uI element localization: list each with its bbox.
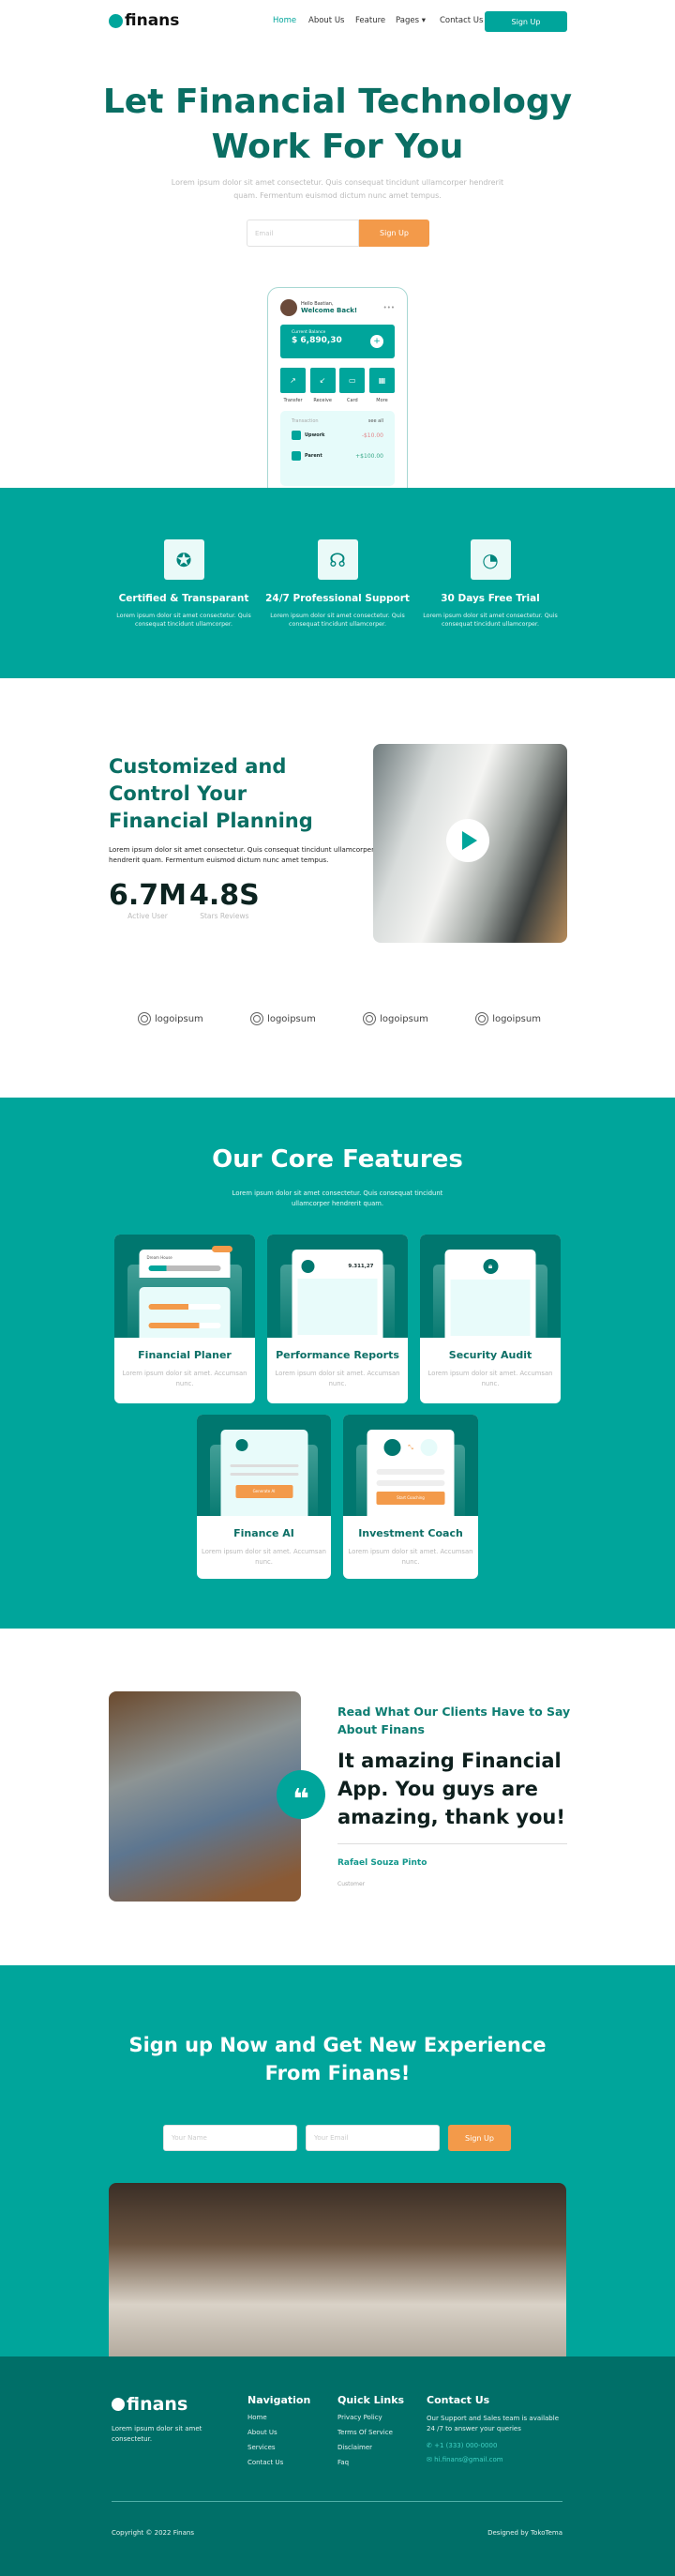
mail-icon: ✉	[427, 2456, 432, 2463]
divider	[338, 1843, 567, 1844]
feature-card-security[interactable]: 🔒︎ Security Audit Lorem ipsum dolor sit a…	[420, 1235, 561, 1403]
nav-home[interactable]: Home	[273, 16, 296, 25]
testimonial-name: Rafael Souza Pinto	[338, 1858, 428, 1868]
about-title: Customized and Control Your Financial Pl…	[109, 755, 313, 832]
play-icon	[462, 831, 477, 850]
receive-action[interactable]: ↙ Receive	[309, 368, 336, 403]
about-photo	[373, 744, 567, 943]
benefit-trial: ◔ 30 Days Free Trial Lorem ipsum dolor sit…	[411, 539, 570, 629]
footer: finans Lorem ipsum dolor sit amet consec…	[0, 2356, 675, 2576]
footer-link[interactable]: Home	[248, 2414, 310, 2421]
footer-quick-links: Quick Links Privacy Policy Terms Of Servi…	[338, 2394, 405, 2466]
quote-icon: ❝	[292, 1783, 309, 1816]
footer-logo[interactable]: finans	[112, 2394, 188, 2415]
testimonial-role: Customer	[338, 1881, 366, 1887]
benefit-support: ☊ 24/7 Professional Support Lorem ipsum do…	[258, 539, 417, 629]
footer-divider	[112, 2501, 562, 2502]
footer-nav: Navigation Home About Us Services Contact U…	[248, 2394, 311, 2466]
nav-contact[interactable]: Contact Us	[440, 16, 483, 25]
chevron-down-icon: ▾	[421, 16, 426, 25]
add-icon[interactable]: +	[370, 335, 383, 348]
feature-card-planner[interactable]: Dream House Financial Planer Lorem ipsum …	[114, 1235, 255, 1403]
cta-name-input[interactable]: Your Name	[163, 2125, 297, 2151]
footer-desc: Lorem ipsum dolor sit amet consectetur.	[112, 2425, 202, 2443]
transaction-row: Parent +$100.00	[292, 451, 383, 461]
footer-contact: Contact Us Our Support and Sales team is…	[427, 2394, 567, 2463]
designed-by: Designed by TokoTema	[488, 2529, 562, 2537]
cta-title: Sign up Now and Get New Experience From F…	[128, 2034, 547, 2084]
transaction-row: Upwork -$10.00	[292, 431, 383, 440]
footer-link[interactable]: About Us	[248, 2429, 310, 2436]
features-title: Our Core Features	[212, 1145, 463, 1174]
transfer-action[interactable]: ↗ Transfer	[280, 368, 306, 403]
footer-phone[interactable]: ✆ +1 (333) 000-0000	[427, 2442, 567, 2449]
testimonial-photo	[109, 1691, 301, 1902]
user-icon	[420, 1439, 438, 1456]
stat-reviews: 4.8S Stars Reviews	[189, 879, 260, 920]
feature-card-ai[interactable]: Generate AI Finance AI Lorem ipsum dolor …	[197, 1415, 331, 1579]
card-action[interactable]: ▭ Card	[339, 368, 366, 403]
quote-badge: ❝	[277, 1770, 325, 1819]
logo-icon	[112, 2398, 125, 2411]
benefit-certified: ✪ Certified & Transparant Lorem ipsum dolo…	[104, 539, 263, 629]
logo-icon	[109, 13, 123, 28]
about-desc: Lorem ipsum dolor sit amet consectetur. …	[109, 845, 375, 864]
more-action[interactable]: ▦ More	[368, 368, 395, 403]
partner-logo: logoipsum	[138, 1012, 203, 1025]
lock-icon: 🔒︎	[483, 1259, 498, 1274]
phone-icon: ✆	[427, 2442, 432, 2449]
office-photo	[109, 2183, 566, 2356]
phone-mockup: Hello Bastian, Welcome Back! ••• Current …	[267, 287, 408, 503]
feature-card-coach[interactable]: ⤡ Start Coaching Investment Coach Lorem ip…	[343, 1415, 478, 1579]
play-button[interactable]	[446, 819, 489, 862]
speedometer-icon: ◔	[470, 539, 511, 580]
transactions-panel: Transaction see all Upwork -$10.00 Parent +…	[280, 411, 395, 486]
hero-subtitle: Lorem ipsum dolor sit amet consectetur. …	[171, 178, 504, 200]
hero-email-input[interactable]: Email	[247, 220, 359, 247]
stat-users: 6.7M Active User	[109, 879, 187, 920]
avatar	[280, 299, 297, 316]
features-desc: Lorem ipsum dolor sit amet consectetur. …	[232, 1190, 443, 1207]
feature-card-reports[interactable]: 9.311,27 Performance Reports Lorem ipsum …	[267, 1235, 408, 1403]
testimonial-quote: It amazing Financial App. You guys are a…	[338, 1750, 565, 1828]
cta-signup-button[interactable]: Sign Up	[448, 2125, 511, 2151]
footer-email[interactable]: ✉ hi.finans@gmail.com	[427, 2456, 567, 2463]
footer-link[interactable]: Privacy Policy	[338, 2414, 404, 2421]
logo[interactable]: finans	[109, 11, 179, 30]
nav-pages[interactable]: Pages ▾	[396, 16, 426, 25]
hero-signup-button[interactable]: Sign Up	[359, 220, 429, 247]
footer-link[interactable]: Services	[248, 2444, 310, 2451]
user-icon	[383, 1439, 401, 1456]
partner-logo: logoipsum	[475, 1012, 541, 1025]
footer-link[interactable]: Faq	[338, 2459, 404, 2466]
nav-feature[interactable]: Feature	[355, 16, 385, 25]
cta-email-input[interactable]: Your Email	[306, 2125, 440, 2151]
partner-logo: logoipsum	[250, 1012, 316, 1025]
nav-about[interactable]: About Us	[308, 16, 344, 25]
balance-card: Current Balance $ 6,890,30 +	[280, 325, 395, 358]
hero-title: Let Financial Technology Work For You	[102, 83, 573, 166]
copyright: Copyright © 2022 Finans	[112, 2529, 194, 2537]
nav-signup-button[interactable]: Sign Up	[485, 11, 567, 32]
partner-logos: logoipsum logoipsum logoipsum logoipsum	[138, 1012, 541, 1025]
award-icon: ✪	[163, 539, 204, 580]
footer-link[interactable]: Disclaimer	[338, 2444, 404, 2451]
footer-link[interactable]: Contact Us	[248, 2459, 310, 2466]
partner-logo: logoipsum	[363, 1012, 428, 1025]
headset-icon: ☊	[317, 539, 358, 580]
more-icon[interactable]: •••	[383, 304, 395, 311]
testimonial-heading: Read What Our Clients Have to Say About …	[338, 1705, 571, 1736]
footer-link[interactable]: Terms Of Service	[338, 2429, 404, 2436]
